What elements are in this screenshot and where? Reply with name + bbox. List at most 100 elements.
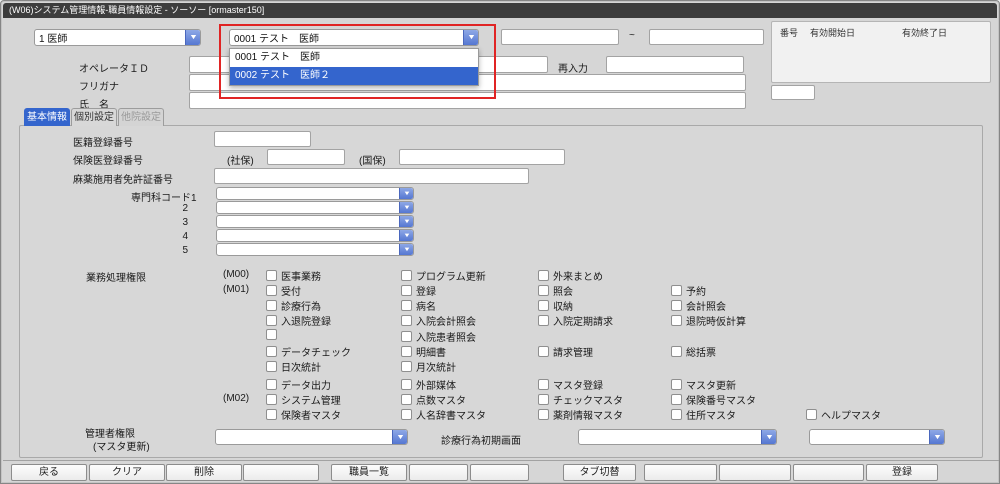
staff-category-select[interactable]: 1 医師 ▼	[34, 29, 201, 46]
specialty-select-4[interactable]: ▼	[216, 229, 414, 242]
permission-label: チェックマスタ	[553, 396, 623, 407]
checkbox[interactable]	[401, 394, 412, 405]
specialty-dropdown-button[interactable]: ▼	[399, 188, 413, 199]
checkbox[interactable]	[266, 285, 277, 296]
footer-button-empty-3[interactable]	[470, 464, 529, 481]
staff-option[interactable]: 0001 テスト 医師	[230, 49, 478, 67]
permission-group-m01: (M01)	[223, 284, 250, 295]
checkbox[interactable]	[401, 300, 412, 311]
footer-button-clear[interactable]: クリア	[89, 464, 165, 481]
checkbox[interactable]	[401, 315, 412, 326]
checkbox[interactable]	[401, 361, 412, 372]
permission-label: 会計照会	[686, 302, 726, 313]
tab-individual-settings[interactable]: 個別設定	[71, 108, 117, 126]
valid-from-input[interactable]	[501, 29, 619, 45]
permission-item: 入退院登録	[266, 313, 331, 328]
checkbox[interactable]	[538, 300, 549, 311]
admin-dropdown-button[interactable]: ▼	[392, 430, 407, 444]
narcotics-license-input[interactable]	[214, 168, 529, 184]
tab-basic-info[interactable]: 基本情報	[24, 108, 70, 126]
valid-to-input[interactable]	[649, 29, 764, 45]
footer-button-empty-6[interactable]	[793, 464, 864, 481]
checkbox[interactable]	[538, 315, 549, 326]
specialty-select-2[interactable]: ▼	[216, 201, 414, 214]
sub-select[interactable]: ▼	[809, 429, 945, 445]
specialty-dropdown-button[interactable]: ▼	[399, 202, 413, 213]
permission-label: 外来まとめ	[553, 272, 603, 283]
permission-item: 外来まとめ	[538, 268, 603, 283]
checkbox[interactable]	[266, 270, 277, 281]
checkbox[interactable]	[266, 409, 277, 420]
checkbox[interactable]	[266, 315, 277, 326]
sub-select-dropdown-button[interactable]: ▼	[929, 430, 944, 444]
checkbox[interactable]	[538, 270, 549, 281]
initial-screen-dropdown-button[interactable]: ▼	[761, 430, 776, 444]
checkbox[interactable]	[266, 329, 277, 340]
permission-label: プログラム更新	[416, 272, 486, 283]
permission-label: 予約	[686, 287, 706, 298]
checkbox[interactable]	[806, 409, 817, 420]
footer-button-delete[interactable]: 削除	[166, 464, 242, 481]
chevron-down-icon: ▼	[402, 190, 411, 197]
checkbox[interactable]	[671, 315, 682, 326]
checkbox[interactable]	[538, 285, 549, 296]
footer-divider	[3, 460, 999, 461]
checkbox[interactable]	[671, 394, 682, 405]
validity-number-input[interactable]	[771, 85, 815, 100]
checkbox[interactable]	[671, 346, 682, 357]
name-input[interactable]	[189, 92, 746, 109]
checkbox[interactable]	[266, 346, 277, 357]
permission-item: 総括票	[671, 344, 716, 359]
specialty-dropdown-button[interactable]: ▼	[399, 216, 413, 227]
checkbox[interactable]	[538, 409, 549, 420]
specialty-dropdown-button[interactable]: ▼	[399, 230, 413, 241]
doctor-registration-input[interactable]	[214, 131, 311, 147]
staff-dropdown-button[interactable]: ▼	[463, 30, 478, 45]
checkbox[interactable]	[401, 331, 412, 342]
footer-button-empty-5[interactable]	[719, 464, 791, 481]
checkbox[interactable]	[538, 394, 549, 405]
footer-button-empty-1[interactable]	[243, 464, 319, 481]
category-dropdown-button[interactable]: ▼	[185, 30, 200, 45]
kokuho-input[interactable]	[399, 149, 565, 165]
checkbox[interactable]	[401, 379, 412, 390]
specialty-select-5[interactable]: ▼	[216, 243, 414, 256]
staff-select[interactable]: 0001 テスト 医師 ▼	[229, 29, 479, 46]
permission-label: 医事業務	[281, 272, 321, 283]
permission-item: 予約	[671, 283, 706, 298]
operator-id-label: オペレータＩＤ	[79, 64, 149, 75]
staff-option-selected[interactable]: 0002 テスト 医師２	[230, 67, 478, 85]
checkbox[interactable]	[538, 346, 549, 357]
footer-button-empty-4[interactable]	[644, 464, 717, 481]
permission-item: 外部媒体	[401, 377, 456, 392]
checkbox[interactable]	[671, 285, 682, 296]
footer-button-tab-switch[interactable]: タブ切替	[563, 464, 636, 481]
checkbox[interactable]	[266, 300, 277, 311]
checkbox[interactable]	[671, 379, 682, 390]
permission-item: システム管理	[266, 392, 341, 407]
checkbox[interactable]	[266, 379, 277, 390]
permission-item: プログラム更新	[401, 268, 486, 283]
checkbox[interactable]	[671, 300, 682, 311]
checkbox[interactable]	[401, 409, 412, 420]
footer-button-staff-list[interactable]: 職員一覧	[331, 464, 407, 481]
permission-label: 外部媒体	[416, 381, 456, 392]
checkbox[interactable]	[266, 361, 277, 372]
checkbox[interactable]	[401, 346, 412, 357]
checkbox[interactable]	[266, 394, 277, 405]
checkbox[interactable]	[401, 270, 412, 281]
specialty-select-3[interactable]: ▼	[216, 215, 414, 228]
reenter-input[interactable]	[606, 56, 744, 73]
specialty-dropdown-button[interactable]: ▼	[399, 244, 413, 255]
checkbox[interactable]	[401, 285, 412, 296]
kokuho-label: (国保)	[359, 156, 386, 167]
admin-permission-select[interactable]: ▼	[215, 429, 408, 445]
shaho-input[interactable]	[267, 149, 345, 165]
initial-screen-select[interactable]: ▼	[578, 429, 777, 445]
footer-button-empty-2[interactable]	[409, 464, 468, 481]
checkbox[interactable]	[538, 379, 549, 390]
footer-button-back[interactable]: 戻る	[11, 464, 87, 481]
checkbox[interactable]	[671, 409, 682, 420]
specialty-select-1[interactable]: ▼	[216, 187, 414, 200]
footer-button-register[interactable]: 登録	[866, 464, 938, 481]
